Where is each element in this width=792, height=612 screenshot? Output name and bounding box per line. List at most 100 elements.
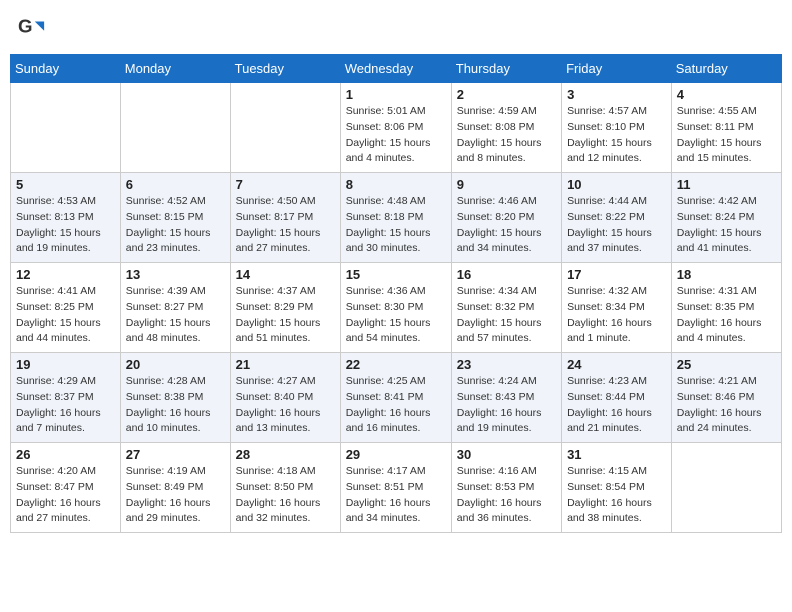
day-detail: Sunrise: 4:18 AMSunset: 8:50 PMDaylight:…	[236, 465, 321, 524]
calendar-day-cell: 2 Sunrise: 4:59 AMSunset: 8:08 PMDayligh…	[451, 83, 561, 173]
calendar-header-row: SundayMondayTuesdayWednesdayThursdayFrid…	[11, 55, 782, 83]
weekday-header: Friday	[562, 55, 672, 83]
day-number: 22	[346, 357, 446, 372]
calendar-day-cell: 10 Sunrise: 4:44 AMSunset: 8:22 PMDaylig…	[562, 173, 672, 263]
day-detail: Sunrise: 4:44 AMSunset: 8:22 PMDaylight:…	[567, 195, 652, 254]
day-detail: Sunrise: 4:16 AMSunset: 8:53 PMDaylight:…	[457, 465, 542, 524]
calendar-day-cell: 7 Sunrise: 4:50 AMSunset: 8:17 PMDayligh…	[230, 173, 340, 263]
day-detail: Sunrise: 4:57 AMSunset: 8:10 PMDaylight:…	[567, 105, 652, 164]
logo: G	[18, 14, 50, 42]
day-detail: Sunrise: 4:52 AMSunset: 8:15 PMDaylight:…	[126, 195, 211, 254]
calendar-day-cell: 23 Sunrise: 4:24 AMSunset: 8:43 PMDaylig…	[451, 353, 561, 443]
day-detail: Sunrise: 4:48 AMSunset: 8:18 PMDaylight:…	[346, 195, 431, 254]
weekday-header: Monday	[120, 55, 230, 83]
day-number: 10	[567, 177, 666, 192]
day-number: 19	[16, 357, 115, 372]
day-number: 12	[16, 267, 115, 282]
day-number: 25	[677, 357, 776, 372]
calendar-day-cell: 20 Sunrise: 4:28 AMSunset: 8:38 PMDaylig…	[120, 353, 230, 443]
calendar-day-cell: 25 Sunrise: 4:21 AMSunset: 8:46 PMDaylig…	[671, 353, 781, 443]
weekday-header: Thursday	[451, 55, 561, 83]
day-detail: Sunrise: 4:24 AMSunset: 8:43 PMDaylight:…	[457, 375, 542, 434]
svg-text:G: G	[18, 16, 33, 37]
calendar-day-cell: 1 Sunrise: 5:01 AMSunset: 8:06 PMDayligh…	[340, 83, 451, 173]
calendar-day-cell: 5 Sunrise: 4:53 AMSunset: 8:13 PMDayligh…	[11, 173, 121, 263]
day-number: 29	[346, 447, 446, 462]
weekday-header: Wednesday	[340, 55, 451, 83]
day-number: 26	[16, 447, 115, 462]
calendar-day-cell: 6 Sunrise: 4:52 AMSunset: 8:15 PMDayligh…	[120, 173, 230, 263]
day-number: 3	[567, 87, 666, 102]
calendar-day-cell	[120, 83, 230, 173]
weekday-header: Sunday	[11, 55, 121, 83]
day-detail: Sunrise: 5:01 AMSunset: 8:06 PMDaylight:…	[346, 105, 431, 164]
calendar-day-cell: 11 Sunrise: 4:42 AMSunset: 8:24 PMDaylig…	[671, 173, 781, 263]
day-detail: Sunrise: 4:42 AMSunset: 8:24 PMDaylight:…	[677, 195, 762, 254]
day-number: 18	[677, 267, 776, 282]
day-number: 13	[126, 267, 225, 282]
day-detail: Sunrise: 4:32 AMSunset: 8:34 PMDaylight:…	[567, 285, 652, 344]
day-detail: Sunrise: 4:36 AMSunset: 8:30 PMDaylight:…	[346, 285, 431, 344]
day-number: 21	[236, 357, 335, 372]
day-number: 5	[16, 177, 115, 192]
calendar-day-cell: 15 Sunrise: 4:36 AMSunset: 8:30 PMDaylig…	[340, 263, 451, 353]
calendar-day-cell: 18 Sunrise: 4:31 AMSunset: 8:35 PMDaylig…	[671, 263, 781, 353]
day-number: 1	[346, 87, 446, 102]
day-detail: Sunrise: 4:17 AMSunset: 8:51 PMDaylight:…	[346, 465, 431, 524]
calendar-week-row: 5 Sunrise: 4:53 AMSunset: 8:13 PMDayligh…	[11, 173, 782, 263]
calendar-day-cell: 24 Sunrise: 4:23 AMSunset: 8:44 PMDaylig…	[562, 353, 672, 443]
day-number: 28	[236, 447, 335, 462]
day-number: 7	[236, 177, 335, 192]
day-number: 23	[457, 357, 556, 372]
day-detail: Sunrise: 4:21 AMSunset: 8:46 PMDaylight:…	[677, 375, 762, 434]
calendar-day-cell: 9 Sunrise: 4:46 AMSunset: 8:20 PMDayligh…	[451, 173, 561, 263]
calendar-week-row: 1 Sunrise: 5:01 AMSunset: 8:06 PMDayligh…	[11, 83, 782, 173]
calendar-day-cell: 12 Sunrise: 4:41 AMSunset: 8:25 PMDaylig…	[11, 263, 121, 353]
calendar-table: SundayMondayTuesdayWednesdayThursdayFrid…	[10, 54, 782, 533]
calendar-day-cell: 8 Sunrise: 4:48 AMSunset: 8:18 PMDayligh…	[340, 173, 451, 263]
calendar-day-cell: 19 Sunrise: 4:29 AMSunset: 8:37 PMDaylig…	[11, 353, 121, 443]
day-detail: Sunrise: 4:55 AMSunset: 8:11 PMDaylight:…	[677, 105, 762, 164]
calendar-week-row: 12 Sunrise: 4:41 AMSunset: 8:25 PMDaylig…	[11, 263, 782, 353]
calendar-day-cell: 14 Sunrise: 4:37 AMSunset: 8:29 PMDaylig…	[230, 263, 340, 353]
weekday-header: Tuesday	[230, 55, 340, 83]
day-number: 24	[567, 357, 666, 372]
day-number: 30	[457, 447, 556, 462]
calendar-day-cell: 17 Sunrise: 4:32 AMSunset: 8:34 PMDaylig…	[562, 263, 672, 353]
day-detail: Sunrise: 4:53 AMSunset: 8:13 PMDaylight:…	[16, 195, 101, 254]
weekday-header: Saturday	[671, 55, 781, 83]
day-detail: Sunrise: 4:23 AMSunset: 8:44 PMDaylight:…	[567, 375, 652, 434]
calendar-day-cell: 30 Sunrise: 4:16 AMSunset: 8:53 PMDaylig…	[451, 443, 561, 533]
day-detail: Sunrise: 4:46 AMSunset: 8:20 PMDaylight:…	[457, 195, 542, 254]
day-number: 11	[677, 177, 776, 192]
calendar-day-cell	[230, 83, 340, 173]
calendar-week-row: 19 Sunrise: 4:29 AMSunset: 8:37 PMDaylig…	[11, 353, 782, 443]
day-number: 6	[126, 177, 225, 192]
calendar-day-cell: 31 Sunrise: 4:15 AMSunset: 8:54 PMDaylig…	[562, 443, 672, 533]
day-detail: Sunrise: 4:59 AMSunset: 8:08 PMDaylight:…	[457, 105, 542, 164]
calendar-day-cell: 4 Sunrise: 4:55 AMSunset: 8:11 PMDayligh…	[671, 83, 781, 173]
day-number: 27	[126, 447, 225, 462]
day-detail: Sunrise: 4:20 AMSunset: 8:47 PMDaylight:…	[16, 465, 101, 524]
calendar-day-cell: 27 Sunrise: 4:19 AMSunset: 8:49 PMDaylig…	[120, 443, 230, 533]
day-detail: Sunrise: 4:15 AMSunset: 8:54 PMDaylight:…	[567, 465, 652, 524]
day-number: 20	[126, 357, 225, 372]
day-detail: Sunrise: 4:31 AMSunset: 8:35 PMDaylight:…	[677, 285, 762, 344]
day-detail: Sunrise: 4:39 AMSunset: 8:27 PMDaylight:…	[126, 285, 211, 344]
day-number: 31	[567, 447, 666, 462]
calendar-day-cell: 26 Sunrise: 4:20 AMSunset: 8:47 PMDaylig…	[11, 443, 121, 533]
day-detail: Sunrise: 4:29 AMSunset: 8:37 PMDaylight:…	[16, 375, 101, 434]
day-number: 4	[677, 87, 776, 102]
day-number: 17	[567, 267, 666, 282]
day-detail: Sunrise: 4:41 AMSunset: 8:25 PMDaylight:…	[16, 285, 101, 344]
day-number: 8	[346, 177, 446, 192]
day-detail: Sunrise: 4:25 AMSunset: 8:41 PMDaylight:…	[346, 375, 431, 434]
day-number: 15	[346, 267, 446, 282]
calendar-day-cell: 13 Sunrise: 4:39 AMSunset: 8:27 PMDaylig…	[120, 263, 230, 353]
day-detail: Sunrise: 4:27 AMSunset: 8:40 PMDaylight:…	[236, 375, 321, 434]
day-detail: Sunrise: 4:50 AMSunset: 8:17 PMDaylight:…	[236, 195, 321, 254]
day-number: 9	[457, 177, 556, 192]
calendar-day-cell: 21 Sunrise: 4:27 AMSunset: 8:40 PMDaylig…	[230, 353, 340, 443]
day-detail: Sunrise: 4:37 AMSunset: 8:29 PMDaylight:…	[236, 285, 321, 344]
day-number: 2	[457, 87, 556, 102]
